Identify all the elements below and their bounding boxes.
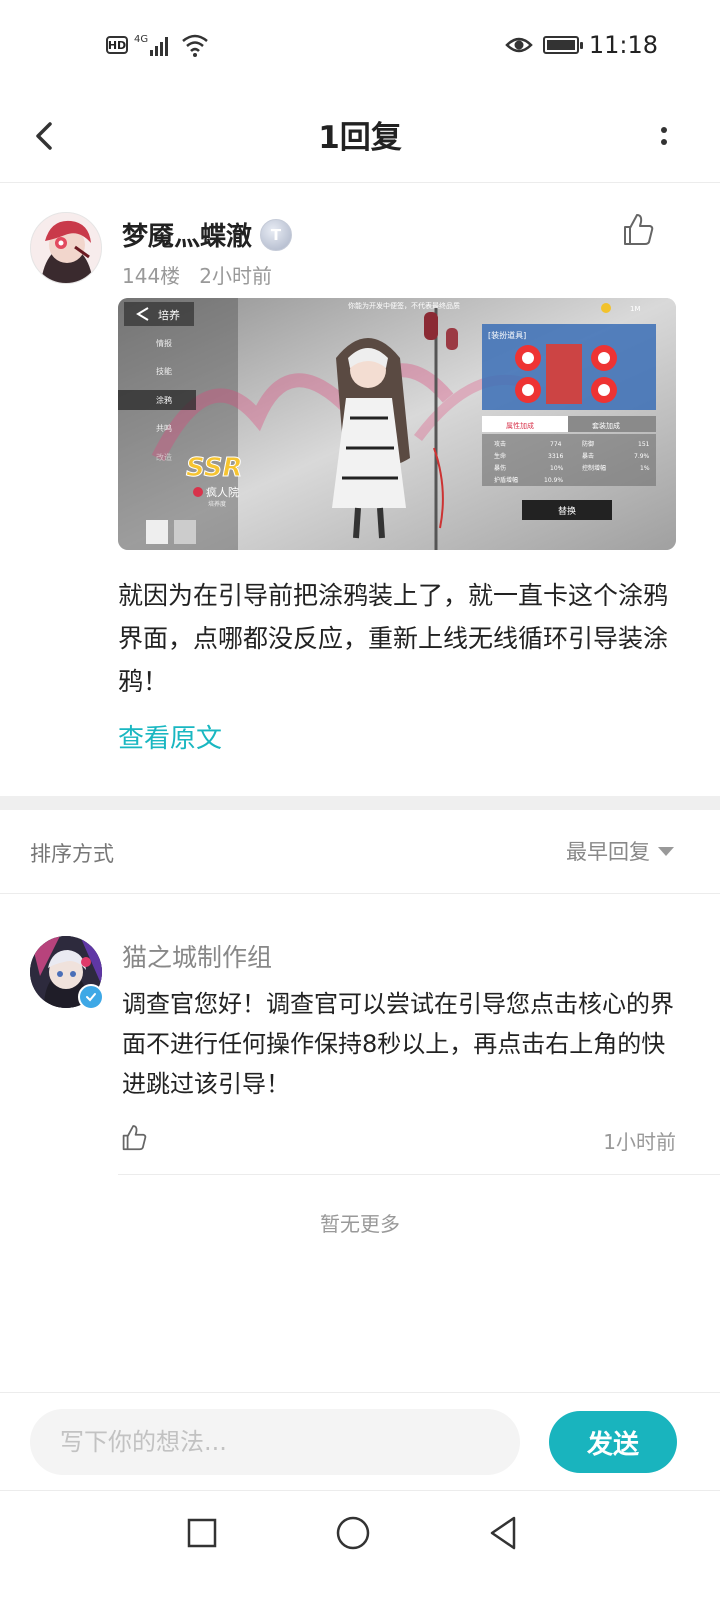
post-author-avatar[interactable] bbox=[30, 212, 102, 284]
triangle-back-icon bbox=[490, 1516, 516, 1550]
svg-text:151: 151 bbox=[638, 441, 650, 448]
no-more-indicator: 暂无更多 bbox=[320, 1212, 400, 1236]
sort-label: 排序方式 bbox=[30, 842, 114, 866]
more-vertical-icon bbox=[661, 127, 667, 133]
svg-text:3316: 3316 bbox=[548, 453, 563, 460]
post-author-row: 梦魇灬蝶澈 T bbox=[122, 216, 293, 253]
square-icon bbox=[187, 1518, 217, 1548]
svg-text:暴击: 暴击 bbox=[582, 452, 594, 460]
send-button[interactable]: 发送 bbox=[549, 1411, 677, 1473]
svg-text:疯人院: 疯人院 bbox=[206, 485, 239, 499]
sort-order-dropdown[interactable]: 最早回复 bbox=[566, 836, 674, 866]
eye-icon bbox=[505, 37, 533, 53]
thumbs-up-icon bbox=[122, 1125, 147, 1151]
hd-icon: HD bbox=[106, 36, 128, 54]
divider bbox=[118, 1174, 720, 1175]
home-button[interactable] bbox=[333, 1513, 373, 1553]
svg-text:1M: 1M bbox=[630, 305, 641, 313]
svg-text:培养度: 培养度 bbox=[208, 500, 226, 508]
post-body-text: 就因为在引导前把涂鸦装上了，就一直卡这个涂鸦界面，点哪都没反应，重新上线无线循环… bbox=[118, 581, 669, 696]
circle-icon bbox=[336, 1516, 370, 1550]
level-badge-icon: T bbox=[260, 218, 293, 251]
svg-text:护盾增幅: 护盾增幅 bbox=[494, 476, 518, 484]
post-like-button[interactable] bbox=[618, 210, 658, 250]
avatar-illustration bbox=[31, 213, 101, 283]
svg-text:暴伤: 暴伤 bbox=[494, 464, 506, 472]
svg-text:10%: 10% bbox=[550, 465, 564, 472]
svg-text:技能: 技能 bbox=[156, 366, 172, 376]
svg-text:攻击: 攻击 bbox=[494, 440, 506, 448]
post-author-name[interactable]: 梦魇灬蝶澈 bbox=[122, 216, 252, 253]
reply-body-text: 调查官您好！调查官可以尝试在引导您点击核心的界面不进行任何操作保持8秒以上，再点… bbox=[122, 990, 674, 1098]
svg-text:改造: 改造 bbox=[156, 452, 172, 462]
thumbs-up-icon bbox=[624, 214, 654, 245]
svg-text:共鸣: 共鸣 bbox=[156, 423, 172, 433]
check-icon bbox=[86, 993, 96, 1002]
sort-selected-value: 最早回复 bbox=[566, 840, 650, 864]
svg-text:防御: 防御 bbox=[582, 440, 594, 448]
svg-text:情报: 情报 bbox=[156, 338, 172, 348]
section-divider bbox=[0, 796, 720, 810]
status-right: 11:18 bbox=[505, 30, 658, 60]
svg-text:7.9%: 7.9% bbox=[634, 453, 650, 460]
system-back-button[interactable] bbox=[484, 1513, 524, 1553]
svg-text:属性加成: 属性加成 bbox=[506, 421, 534, 430]
svg-text:你能为开发中便签，不代表最终品质: 你能为开发中便签，不代表最终品质 bbox=[348, 301, 460, 310]
view-original-link[interactable]: 查看原文 bbox=[118, 718, 222, 755]
svg-text:涂鸦: 涂鸦 bbox=[156, 395, 172, 405]
battery-icon bbox=[542, 36, 583, 54]
svg-text:控制增幅: 控制增幅 bbox=[582, 464, 606, 472]
recents-button[interactable] bbox=[182, 1513, 222, 1553]
status-left: HD 4G bbox=[106, 30, 210, 60]
post-meta: 144楼 2小时前 bbox=[122, 260, 272, 289]
comment-composer: 发送 bbox=[0, 1392, 720, 1491]
divider bbox=[0, 893, 720, 894]
reply-like-button[interactable] bbox=[118, 1122, 150, 1154]
svg-text:774: 774 bbox=[550, 441, 562, 448]
svg-text:1%: 1% bbox=[640, 465, 650, 472]
game-screenshot: 培养 你能为开发中便签，不代表最终品质 情报 技能 涂鸦 共鸣 改造 SSR 疯… bbox=[118, 298, 676, 550]
verified-badge-icon bbox=[78, 984, 104, 1010]
svg-text:培养: 培养 bbox=[158, 308, 180, 322]
app-header: 1回复 bbox=[0, 90, 720, 183]
status-bar: HD 4G 11:18 bbox=[0, 0, 720, 90]
clock: 11:18 bbox=[588, 31, 658, 59]
svg-text:SSR: SSR bbox=[186, 453, 243, 483]
wifi-icon bbox=[182, 34, 208, 57]
svg-text:生命: 生命 bbox=[494, 452, 506, 460]
cellular-signal-icon: 4G bbox=[134, 34, 168, 56]
svg-text:套装加成: 套装加成 bbox=[592, 421, 620, 430]
page-title: 1回复 bbox=[318, 120, 402, 156]
system-nav-bar bbox=[0, 1490, 720, 1601]
post-time: 2小时前 bbox=[199, 264, 272, 288]
post-screenshot-image[interactable]: 培养 你能为开发中便签，不代表最终品质 情报 技能 涂鸦 共鸣 改造 SSR 疯… bbox=[118, 298, 676, 550]
reply-time: 1小时前 bbox=[603, 1130, 676, 1154]
svg-text:10.9%: 10.9% bbox=[544, 477, 563, 484]
more-dot bbox=[661, 139, 667, 145]
caret-down-icon bbox=[658, 846, 674, 856]
comment-input[interactable] bbox=[30, 1409, 520, 1475]
reply-author-name[interactable]: 猫之城制作组 bbox=[122, 938, 272, 974]
more-options-button[interactable] bbox=[654, 114, 674, 158]
svg-text:[装扮道具]: [装扮道具] bbox=[488, 330, 526, 340]
svg-text:替换: 替换 bbox=[558, 505, 576, 517]
svg-text:4G: 4G bbox=[134, 34, 148, 45]
post-floor: 144楼 bbox=[122, 264, 181, 288]
